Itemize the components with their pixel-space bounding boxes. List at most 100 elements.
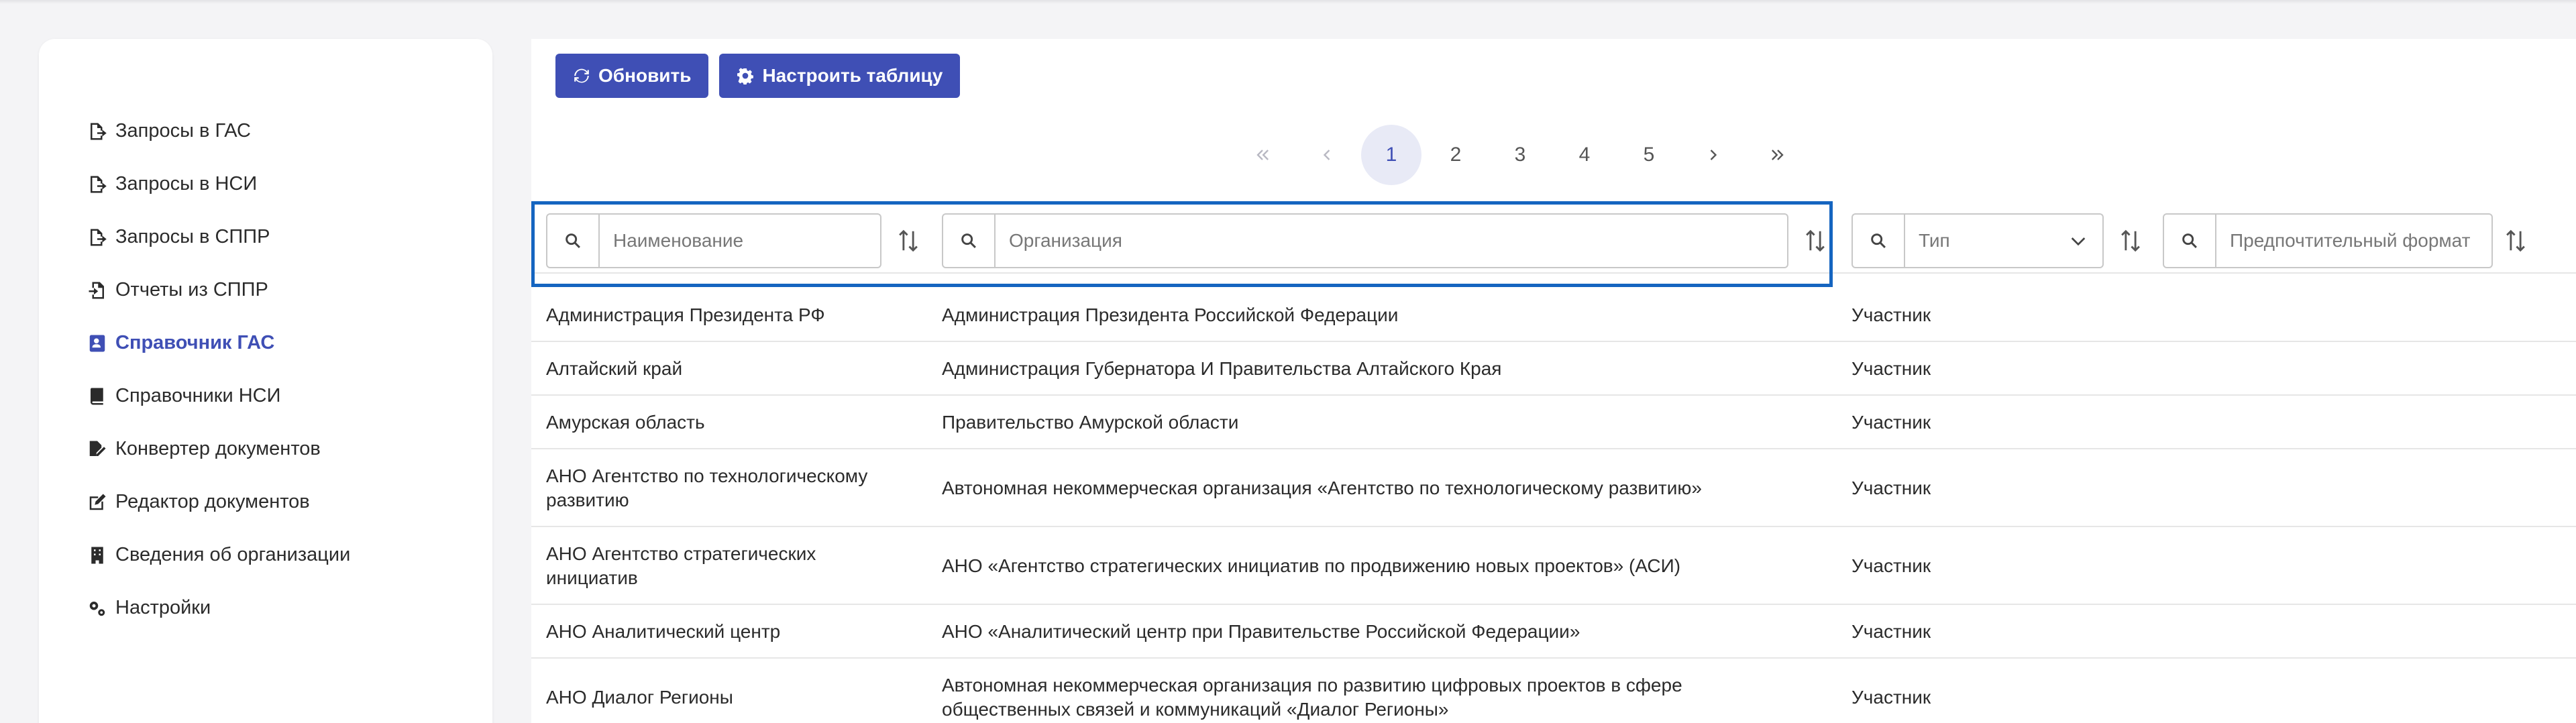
cell-org: Автономная некоммерческая организация по… bbox=[942, 675, 1682, 720]
chevron-right-icon bbox=[1710, 150, 1717, 160]
cell-type: Участник bbox=[1851, 358, 1931, 379]
double-chevron-left-icon bbox=[1256, 150, 1269, 160]
cell-name: Администрация Президента РФ bbox=[546, 304, 825, 325]
next-page-button[interactable] bbox=[1683, 125, 1743, 185]
cogs-icon bbox=[86, 597, 109, 620]
type-filter-placeholder: Тип bbox=[1919, 230, 1950, 251]
cell-type: Участник bbox=[1851, 478, 1931, 498]
edit-icon bbox=[86, 491, 109, 514]
table-row[interactable]: АНО Агентство по технологическому развит… bbox=[531, 449, 2576, 527]
cell-org: Администрация Губернатора И Правительств… bbox=[942, 358, 1502, 379]
cell-org: АНО «Агентство стратегических инициатив … bbox=[942, 555, 1681, 576]
pagination: 1 2 3 4 5 bbox=[1232, 125, 1808, 185]
cell-name: АНО Аналитический центр bbox=[546, 621, 781, 642]
table-body: Администрация Президента РФ Администраци… bbox=[531, 288, 2576, 723]
search-icon[interactable] bbox=[546, 213, 600, 268]
sidebar-item-label: Сведения об организации bbox=[115, 544, 351, 565]
name-filter-input[interactable] bbox=[600, 213, 881, 268]
type-filter: Тип bbox=[1851, 213, 2144, 268]
org-filter bbox=[942, 213, 1829, 268]
search-icon[interactable] bbox=[1851, 213, 1905, 268]
first-page-button[interactable] bbox=[1232, 125, 1293, 185]
cell-org: Администрация Президента Российской Феде… bbox=[942, 304, 1399, 325]
sidebar-item-label: Запросы в НСИ bbox=[115, 173, 258, 194]
sort-name-icon[interactable] bbox=[895, 226, 922, 256]
file-export-icon bbox=[86, 173, 109, 196]
sidebar-item-label: Редактор документов bbox=[115, 491, 310, 512]
sort-org-icon[interactable] bbox=[1802, 226, 1829, 256]
toolbar: Обновить Настроить таблицу bbox=[555, 54, 961, 98]
top-shadow bbox=[0, 0, 2576, 4]
prev-page-button[interactable] bbox=[1297, 125, 1357, 185]
sort-format-icon[interactable] bbox=[2502, 226, 2529, 256]
page-button-2[interactable]: 2 bbox=[1426, 125, 1486, 185]
page-button-1[interactable]: 1 bbox=[1361, 125, 1421, 185]
chevron-down-icon bbox=[2071, 237, 2086, 246]
sidebar-item-settings[interactable]: Настройки bbox=[86, 581, 350, 634]
table-row[interactable]: АНО Аналитический центр АНО «Аналитическ… bbox=[531, 605, 2576, 659]
refresh-icon bbox=[574, 68, 589, 83]
cell-type: Участник bbox=[1851, 621, 1931, 642]
last-page-button[interactable] bbox=[1748, 125, 1808, 185]
main-panel: Обновить Настроить таблицу 1 2 3 4 5 Наи… bbox=[531, 39, 2576, 723]
sidebar-item-label: Справочник ГАС bbox=[115, 332, 275, 353]
filter-row: Тип bbox=[531, 199, 2576, 274]
sidebar-item-doc-converter[interactable]: Конвертер документов bbox=[86, 423, 350, 476]
file-export-icon bbox=[86, 226, 109, 249]
address-card-icon bbox=[86, 332, 109, 355]
sidebar-item-nsi-directories[interactable]: Справочники НСИ bbox=[86, 370, 350, 423]
file-export-icon bbox=[86, 120, 109, 143]
configure-table-button-label: Настроить таблицу bbox=[762, 65, 943, 86]
sidebar-item-org-info[interactable]: Сведения об организации bbox=[86, 529, 350, 581]
sidebar-item-label: Настройки bbox=[115, 597, 211, 618]
cell-type: Участник bbox=[1851, 687, 1931, 708]
format-filter bbox=[2163, 213, 2529, 268]
cell-type: Участник bbox=[1851, 412, 1931, 433]
table-row[interactable]: АНО Диалог Регионы Автономная некоммерче… bbox=[531, 659, 2576, 723]
sidebar-item-doc-editor[interactable]: Редактор документов bbox=[86, 476, 350, 529]
double-chevron-right-icon bbox=[1772, 150, 1784, 160]
cell-name: АНО Агентство стратегических инициатив bbox=[546, 543, 816, 588]
cell-name: АНО Агентство по технологическому развит… bbox=[546, 465, 868, 510]
name-filter bbox=[546, 213, 922, 268]
sidebar-nav: Запросы в ГАС Запросы в НСИ Запросы в СП… bbox=[86, 105, 350, 634]
sidebar-item-label: Запросы в СППР bbox=[115, 226, 270, 247]
sidebar-item-sppr-reports[interactable]: Отчеты из СППР bbox=[86, 264, 350, 317]
sidebar-item-sppr-requests[interactable]: Запросы в СППР bbox=[86, 211, 350, 264]
sidebar-item-label: Отчеты из СППР bbox=[115, 279, 268, 300]
sort-type-icon[interactable] bbox=[2117, 226, 2144, 256]
refresh-button-label: Обновить bbox=[598, 65, 692, 86]
table-row[interactable]: Амурская область Правительство Амурской … bbox=[531, 396, 2576, 449]
book-icon bbox=[86, 385, 109, 408]
format-filter-input[interactable] bbox=[2216, 213, 2493, 268]
refresh-button[interactable]: Обновить bbox=[555, 54, 709, 98]
org-filter-input[interactable] bbox=[996, 213, 1788, 268]
cell-org: Правительство Амурской области bbox=[942, 412, 1239, 433]
file-import-icon bbox=[86, 279, 109, 302]
table-row[interactable]: Алтайский край Администрация Губернатора… bbox=[531, 342, 2576, 396]
search-icon[interactable] bbox=[942, 213, 996, 268]
building-icon bbox=[86, 544, 109, 567]
type-filter-select[interactable]: Тип bbox=[1905, 213, 2104, 268]
sidebar-item-gas-requests[interactable]: Запросы в ГАС bbox=[86, 105, 350, 158]
sidebar-item-label: Запросы в ГАС bbox=[115, 120, 251, 142]
file-signature-icon bbox=[86, 438, 109, 461]
page-button-4[interactable]: 4 bbox=[1554, 125, 1615, 185]
sidebar-item-nsi-requests[interactable]: Запросы в НСИ bbox=[86, 158, 350, 211]
page-button-5[interactable]: 5 bbox=[1619, 125, 1679, 185]
cell-name: АНО Диалог Регионы bbox=[546, 687, 733, 708]
configure-table-button[interactable]: Настроить таблицу bbox=[719, 54, 961, 98]
cell-name: Амурская область bbox=[546, 412, 705, 433]
table-row[interactable]: Администрация Президента РФ Администраци… bbox=[531, 288, 2576, 342]
sidebar-item-gas-directory[interactable]: Справочник ГАС bbox=[86, 317, 350, 370]
sidebar-item-label: Справочники НСИ bbox=[115, 385, 281, 406]
search-icon[interactable] bbox=[2163, 213, 2216, 268]
gear-icon bbox=[737, 68, 754, 85]
cell-type: Участник bbox=[1851, 304, 1931, 325]
cell-type: Участник bbox=[1851, 555, 1931, 576]
page-button-3[interactable]: 3 bbox=[1490, 125, 1550, 185]
table-row[interactable]: АНО Агентство стратегических инициатив А… bbox=[531, 527, 2576, 605]
sidebar-item-label: Конвертер документов bbox=[115, 438, 321, 459]
cell-name: Алтайский край bbox=[546, 358, 683, 379]
cell-org: АНО «Аналитический центр при Правительст… bbox=[942, 621, 1580, 642]
